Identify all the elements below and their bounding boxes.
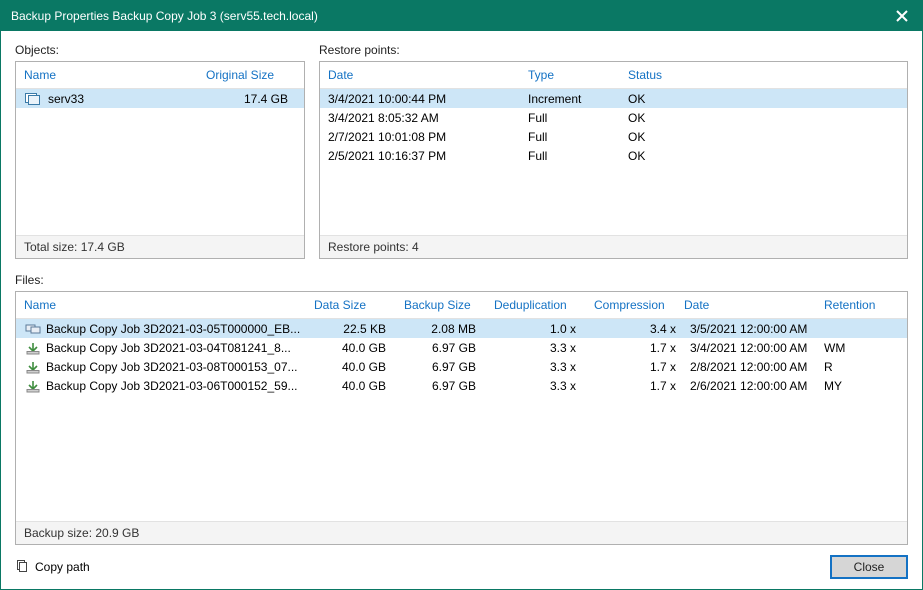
restore-status: OK xyxy=(628,111,899,125)
files-row[interactable]: Backup Copy Job 3D2021-03-04T081241_8...… xyxy=(16,338,907,357)
col-header-cp[interactable]: Compression xyxy=(594,298,684,312)
file-datasize: 40.0 GB xyxy=(314,341,404,355)
restore-date: 2/5/2021 10:16:37 PM xyxy=(328,149,528,163)
file-compression: 1.7 x xyxy=(594,360,684,374)
files-footer: Backup size: 20.9 GB xyxy=(16,521,907,544)
col-header-dd[interactable]: Deduplication xyxy=(494,298,594,312)
restore-type: Increment xyxy=(528,92,628,106)
file-backupsize: 6.97 GB xyxy=(404,379,494,393)
window-title: Backup Properties Backup Copy Job 3 (ser… xyxy=(11,9,892,23)
file-date: 3/4/2021 12:00:00 AM xyxy=(684,341,824,355)
copy-icon xyxy=(15,559,29,576)
file-datasize: 40.0 GB xyxy=(314,379,404,393)
increment-icon xyxy=(24,341,42,355)
restore-date: 2/7/2021 10:01:08 PM xyxy=(328,130,528,144)
col-header-ds[interactable]: Data Size xyxy=(314,298,404,312)
file-backupsize: 6.97 GB xyxy=(404,341,494,355)
col-header-date[interactable]: Date xyxy=(328,68,528,82)
restore-header: Date Type Status xyxy=(320,62,907,89)
file-compression: 3.4 x xyxy=(594,322,684,336)
backup-chain-icon xyxy=(24,322,42,336)
col-header-size[interactable]: Original Size xyxy=(206,68,296,82)
files-label: Files: xyxy=(15,273,908,287)
file-dedup: 3.3 x xyxy=(494,341,594,355)
files-grid: Name Data Size Backup Size Deduplication… xyxy=(15,291,908,545)
files-row[interactable]: Backup Copy Job 3D2021-03-08T000153_07..… xyxy=(16,357,907,376)
col-header-fname[interactable]: Name xyxy=(24,298,314,312)
file-datasize: 22.5 KB xyxy=(314,322,404,336)
titlebar[interactable]: Backup Properties Backup Copy Job 3 (ser… xyxy=(1,1,922,31)
file-date: 2/8/2021 12:00:00 AM xyxy=(684,360,824,374)
file-dedup: 3.3 x xyxy=(494,360,594,374)
restore-grid: Date Type Status 3/4/2021 10:00:44 PMInc… xyxy=(319,61,908,259)
restore-type: Full xyxy=(528,149,628,163)
objects-footer: Total size: 17.4 GB xyxy=(16,235,304,258)
file-date: 3/5/2021 12:00:00 AM xyxy=(684,322,824,336)
file-dedup: 1.0 x xyxy=(494,322,594,336)
col-header-name[interactable]: Name xyxy=(24,68,206,82)
copy-path-label: Copy path xyxy=(35,560,90,574)
restore-row[interactable]: 3/4/2021 10:00:44 PMIncrementOK xyxy=(320,89,907,108)
file-dedup: 3.3 x xyxy=(494,379,594,393)
file-name: Backup Copy Job 3D2021-03-08T000153_07..… xyxy=(46,360,314,374)
close-icon[interactable] xyxy=(892,10,912,22)
objects-row[interactable]: serv33 17.4 GB xyxy=(16,89,304,108)
restore-row[interactable]: 2/7/2021 10:01:08 PMFullOK xyxy=(320,127,907,146)
objects-label: Objects: xyxy=(15,43,305,57)
col-header-dt[interactable]: Date xyxy=(684,298,824,312)
objects-grid: Name Original Size serv33 17.4 GB Total s… xyxy=(15,61,305,259)
restore-date: 3/4/2021 10:00:44 PM xyxy=(328,92,528,106)
vm-icon xyxy=(24,93,42,105)
col-header-status[interactable]: Status xyxy=(628,68,899,82)
col-header-type[interactable]: Type xyxy=(528,68,628,82)
file-compression: 1.7 x xyxy=(594,379,684,393)
files-row[interactable]: Backup Copy Job 3D2021-03-05T000000_EB..… xyxy=(16,319,907,338)
files-row[interactable]: Backup Copy Job 3D2021-03-06T000152_59..… xyxy=(16,376,907,395)
file-backupsize: 6.97 GB xyxy=(404,360,494,374)
restore-row[interactable]: 2/5/2021 10:16:37 PMFullOK xyxy=(320,146,907,165)
object-size: 17.4 GB xyxy=(206,92,296,106)
restore-type: Full xyxy=(528,130,628,144)
restore-label: Restore points: xyxy=(319,43,908,57)
file-compression: 1.7 x xyxy=(594,341,684,355)
file-date: 2/6/2021 12:00:00 AM xyxy=(684,379,824,393)
file-name: Backup Copy Job 3D2021-03-05T000000_EB..… xyxy=(46,322,314,336)
restore-status: OK xyxy=(628,92,899,106)
restore-status: OK xyxy=(628,130,899,144)
file-retention: MY xyxy=(824,379,894,393)
close-button[interactable]: Close xyxy=(830,555,908,579)
objects-header: Name Original Size xyxy=(16,62,304,89)
increment-icon xyxy=(24,379,42,393)
object-name: serv33 xyxy=(48,92,84,106)
file-name: Backup Copy Job 3D2021-03-04T081241_8... xyxy=(46,341,314,355)
col-header-rt[interactable]: Retention xyxy=(824,298,894,312)
restore-date: 3/4/2021 8:05:32 AM xyxy=(328,111,528,125)
increment-icon xyxy=(24,360,42,374)
backup-properties-dialog: Backup Properties Backup Copy Job 3 (ser… xyxy=(0,0,923,590)
restore-footer: Restore points: 4 xyxy=(320,235,907,258)
file-retention: R xyxy=(824,360,894,374)
file-name: Backup Copy Job 3D2021-03-06T000152_59..… xyxy=(46,379,314,393)
restore-row[interactable]: 3/4/2021 8:05:32 AMFullOK xyxy=(320,108,907,127)
file-retention: WM xyxy=(824,341,894,355)
restore-type: Full xyxy=(528,111,628,125)
files-header: Name Data Size Backup Size Deduplication… xyxy=(16,292,907,319)
copy-path-button[interactable]: Copy path xyxy=(15,559,90,576)
restore-status: OK xyxy=(628,149,899,163)
file-backupsize: 2.08 MB xyxy=(404,322,494,336)
col-header-bs[interactable]: Backup Size xyxy=(404,298,494,312)
file-datasize: 40.0 GB xyxy=(314,360,404,374)
